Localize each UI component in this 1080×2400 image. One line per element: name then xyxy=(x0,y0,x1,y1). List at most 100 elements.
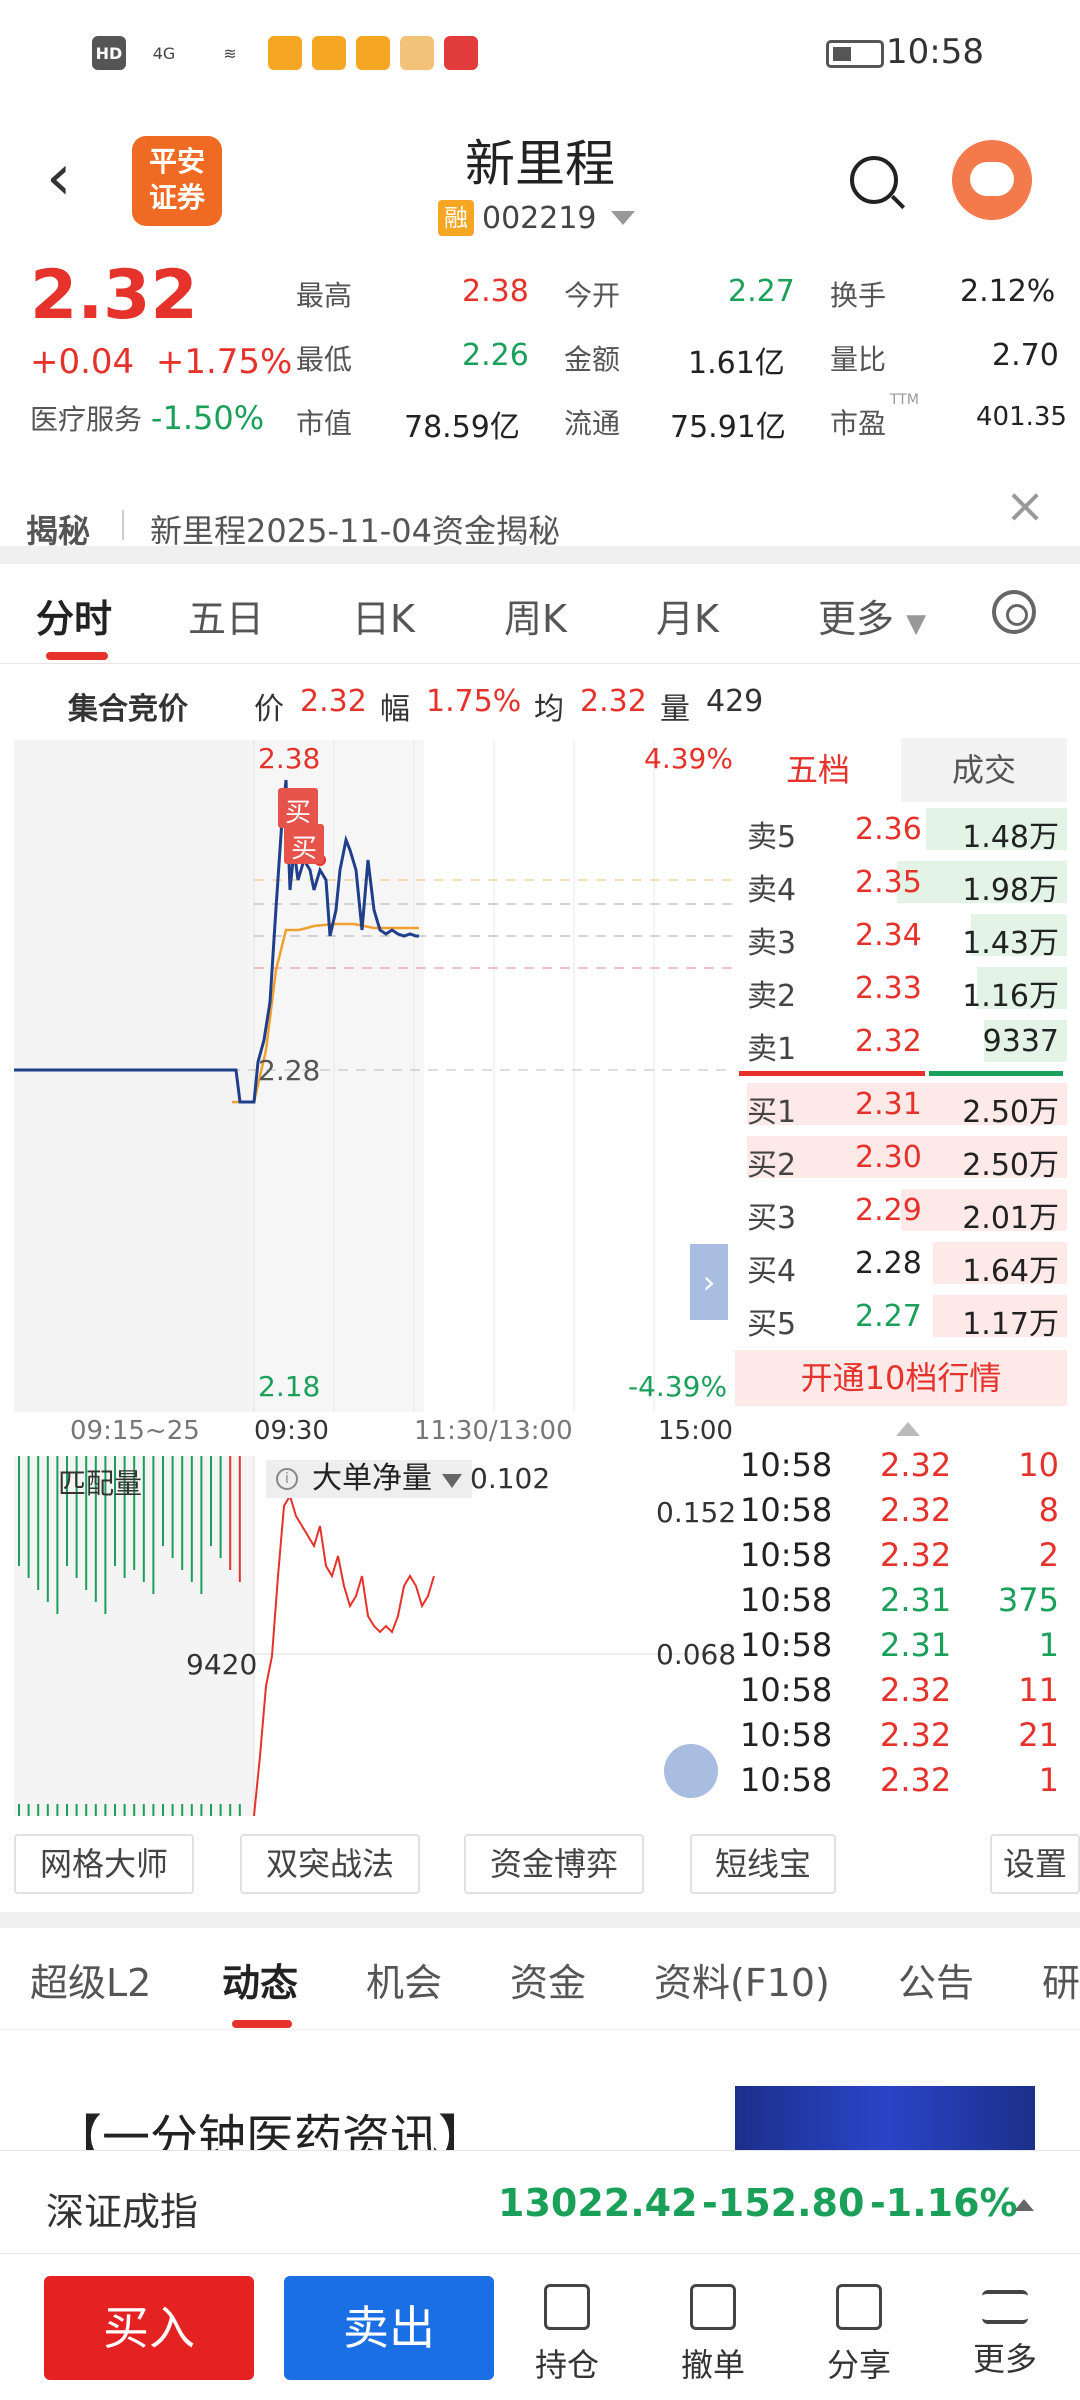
cancel-label: 撤单 xyxy=(680,2346,745,2384)
volume-bar xyxy=(171,1456,174,1558)
quote-label: 换手 xyxy=(830,279,887,312)
tab-trades[interactable]: 成交 xyxy=(901,738,1067,802)
trade-time: 10:58 xyxy=(740,1446,833,1484)
tab-news[interactable]: 动态 xyxy=(222,1952,298,2007)
indicator-selector[interactable]: i 大单净量 xyxy=(266,1460,472,1498)
divider xyxy=(0,546,1080,564)
more-button[interactable]: 更多 xyxy=(950,2284,1060,2380)
volume-bar xyxy=(56,1804,59,1816)
tool-buttons: 网格大师 双突战法 资金博弈 短线宝 设置 xyxy=(0,1834,1080,1898)
trade-vol: 21 xyxy=(1018,1716,1059,1754)
volume-chart[interactable]: 匹配量 9420 i 大单净量 0.102 0.152 0.068 xyxy=(14,1456,736,1816)
time-axis: 09:15~25 09:30 11:30/13:00 15:00 xyxy=(0,1412,740,1452)
tab-five-levels[interactable]: 五档 xyxy=(735,738,901,802)
ask-level-2[interactable]: 卖4 2.35 1.98万 xyxy=(735,855,1067,908)
bid-level-2[interactable]: 买2 2.30 2.50万 xyxy=(735,1130,1067,1183)
buy-marker-label: 买 xyxy=(291,834,318,864)
clock: 10:58 xyxy=(886,32,984,72)
quote-value: 2.26 xyxy=(462,338,529,373)
quote-label: 量比 xyxy=(830,343,887,376)
tab-5day[interactable]: 五日 xyxy=(188,588,264,643)
level-volume: 2.50万 xyxy=(962,1148,1059,1183)
bid-level-3[interactable]: 买3 2.29 2.01万 xyxy=(735,1183,1067,1236)
sector-change[interactable]: 医疗服务 -1.50% xyxy=(30,398,264,438)
quote-value: 75.91亿 xyxy=(670,410,786,445)
document-icon xyxy=(544,2284,590,2330)
chevron-down-icon xyxy=(442,1474,462,1488)
tab-f10[interactable]: 资料(F10) xyxy=(654,1952,830,2007)
volume-bar xyxy=(181,1456,184,1570)
double-breakout-button[interactable]: 双突战法 xyxy=(240,1834,420,1894)
ask-level-1[interactable]: 卖5 2.36 1.48万 xyxy=(735,802,1067,855)
tab-more[interactable]: 更多 ▼ xyxy=(818,588,926,643)
holdings-button[interactable]: 持仓 xyxy=(512,2284,622,2386)
search-icon[interactable] xyxy=(850,156,898,204)
chevron-up-icon[interactable] xyxy=(896,1422,920,1436)
bid-level-1[interactable]: 买1 2.31 2.50万 xyxy=(735,1077,1067,1130)
assistant-avatar[interactable] xyxy=(952,140,1032,220)
open-10-levels-button[interactable]: 开通10档行情 xyxy=(735,1350,1067,1406)
tab-weekly-k[interactable]: 周K xyxy=(504,588,567,643)
level-label: 买5 xyxy=(747,1307,797,1342)
tab-intraday[interactable]: 分时 xyxy=(36,588,112,643)
grid-master-button[interactable]: 网格大师 xyxy=(14,1834,194,1894)
tab-research[interactable]: 研 xyxy=(1042,1952,1080,2007)
level-label: 卖3 xyxy=(747,926,797,961)
auction-label: 集合竞价 xyxy=(68,692,188,727)
level-price: 2.32 xyxy=(855,1024,922,1059)
volume-bar xyxy=(200,1804,203,1816)
short-term-button[interactable]: 短线宝 xyxy=(690,1834,836,1894)
order-book: 五档 成交 卖5 2.36 1.48万 卖4 2.35 1.98万 卖3 2.34 1.43万卖… xyxy=(735,738,1067,1406)
tab-daily-k[interactable]: 日K xyxy=(352,588,415,643)
volume-bar xyxy=(27,1804,30,1816)
sell-button[interactable]: 卖出 xyxy=(284,2276,494,2380)
reveal-banner[interactable]: 揭秘 新里程2025-11-04资金揭秘 × xyxy=(0,478,1080,550)
indicator-max-label: 0.152 xyxy=(656,1496,737,1529)
more-label: 更多 xyxy=(972,2340,1037,2378)
level-price: 2.34 xyxy=(855,918,922,953)
trade-price: 2.32 xyxy=(880,1446,952,1484)
trade-price: 2.31 xyxy=(880,1581,952,1619)
trade-time: 10:58 xyxy=(740,1491,833,1529)
settings-button[interactable]: 设置 xyxy=(990,1834,1080,1894)
quote-value: 2.38 xyxy=(462,274,529,309)
chevron-up-icon[interactable] xyxy=(1014,2199,1034,2211)
tab-announcements[interactable]: 公告 xyxy=(898,1952,974,2007)
level-label: 卖5 xyxy=(747,820,797,855)
level-label: 买1 xyxy=(747,1095,797,1130)
trade-row: 10:58 2.32 2 xyxy=(740,1534,1067,1579)
max-price-label: 2.38 xyxy=(258,742,321,775)
tab-monthly-k[interactable]: 月K xyxy=(656,588,719,643)
share-button[interactable]: 分享 xyxy=(804,2284,914,2386)
tab-level2[interactable]: 超级L2 xyxy=(30,1952,151,2007)
volume-bar xyxy=(46,1804,49,1816)
info-tabs: 超级L2 动态 机会 资金 资料(F10) 公告 研 xyxy=(0,1928,1080,2030)
tab-capital[interactable]: 资金 xyxy=(510,1952,586,2007)
ask-level-4[interactable]: 卖2 2.33 1.16万 xyxy=(735,961,1067,1014)
stock-code-selector[interactable]: 融 002219 xyxy=(438,198,635,238)
capital-game-button[interactable]: 资金博弈 xyxy=(464,1834,644,1894)
buy-button[interactable]: 买入 xyxy=(44,2276,254,2380)
trade-row: 10:58 2.32 10 xyxy=(740,1444,1067,1489)
trade-vol: 375 xyxy=(997,1581,1059,1619)
volume-bar xyxy=(171,1804,174,1816)
ask-level-5[interactable]: 卖1 2.32 9337 xyxy=(735,1014,1067,1067)
ask-level-3[interactable]: 卖3 2.34 1.43万 xyxy=(735,908,1067,961)
level-price: 2.30 xyxy=(855,1140,922,1175)
news-item[interactable]: 【一分钟医药资讯】 xyxy=(0,2030,1080,2166)
bid-level-4[interactable]: 买4 2.28 1.64万 xyxy=(735,1236,1067,1289)
level-volume: 2.50万 xyxy=(962,1095,1059,1130)
fullscreen-icon[interactable] xyxy=(664,1744,718,1798)
close-icon[interactable]: × xyxy=(1005,478,1045,534)
gear-icon[interactable] xyxy=(992,590,1036,634)
chevron-right-icon[interactable]: › xyxy=(690,1244,728,1320)
stock-code: 002219 xyxy=(482,200,597,236)
bid-level-5[interactable]: 买5 2.27 1.17万 xyxy=(735,1289,1067,1342)
cancel-order-button[interactable]: 撤单 xyxy=(658,2284,768,2386)
trade-time: 10:58 xyxy=(740,1761,833,1799)
intraday-chart[interactable]: 买 买 2.38 4.39% 2.28 2.18 -4.39% xyxy=(14,740,733,1412)
volume-bar xyxy=(238,1804,241,1816)
tab-opportunity[interactable]: 机会 xyxy=(366,1952,442,2007)
trade-price: 2.32 xyxy=(880,1491,952,1529)
index-ticker[interactable]: 深证成指 13022.42 -152.80 -1.16% xyxy=(0,2150,1080,2254)
